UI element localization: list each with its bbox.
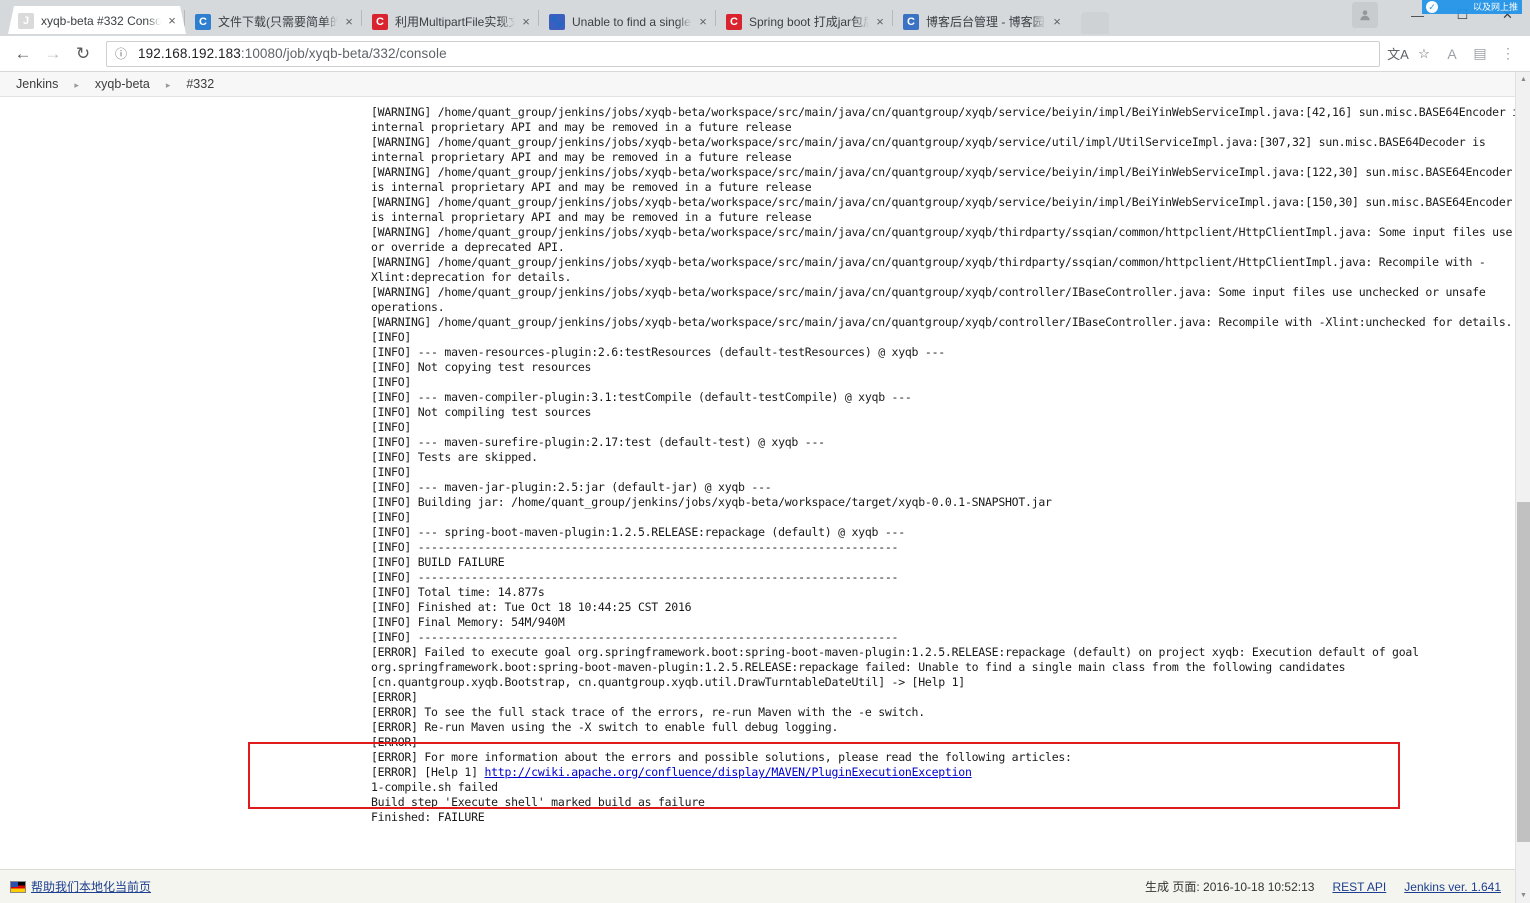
- footer-right: 生成 页面: 2016-10-18 10:52:13 REST API Jenk…: [1145, 878, 1501, 895]
- console-body-text: [WARNING] /home/quant_group/jenkins/jobs…: [371, 105, 1526, 779]
- profile-avatar-icon[interactable]: [1352, 2, 1378, 28]
- browser-window: J xyqb-beta #332 Console × C 文件下载(只需要简单的…: [0, 0, 1530, 903]
- chrome-menu-icon[interactable]: ⋮: [1494, 40, 1522, 68]
- help-link[interactable]: http://cwiki.apache.org/confluence/displ…: [484, 765, 971, 779]
- console-tail-text: 1-compile.sh failed Build step 'Execute …: [371, 780, 705, 824]
- csdn-favicon-icon: C: [195, 14, 211, 30]
- tab-close-icon[interactable]: ×: [1049, 15, 1065, 29]
- tab-title: xyqb-beta #332 Console: [41, 14, 161, 28]
- tab-separator: [538, 10, 539, 26]
- scroll-up-icon[interactable]: ▲: [1516, 72, 1530, 87]
- tab-separator: [361, 10, 362, 26]
- breadcrumb-separator-icon: ▸: [74, 79, 79, 90]
- new-tab-button[interactable]: [1081, 12, 1109, 34]
- tab-close-icon[interactable]: ×: [518, 15, 534, 29]
- flag-icon: [10, 880, 26, 893]
- browser-tab-3[interactable]: 🐾 Unable to find a single ×: [539, 8, 717, 36]
- tab-separator: [892, 10, 893, 26]
- browser-tab-2[interactable]: C 利用MultipartFile实现文 ×: [362, 8, 540, 36]
- footer-left: 帮助我们本地化当前页: [10, 878, 151, 895]
- translate-icon[interactable]: 文A: [1386, 42, 1410, 66]
- tab-close-icon[interactable]: ×: [164, 14, 180, 28]
- toolbar-extensions: A ▤ ⋮: [1438, 40, 1522, 68]
- tab-separator: [184, 10, 185, 26]
- tab-close-icon[interactable]: ×: [341, 15, 357, 29]
- breadcrumb-item-jenkins[interactable]: Jenkins: [14, 77, 60, 91]
- breadcrumb-item-build[interactable]: #332: [184, 77, 216, 91]
- browser-tab-5[interactable]: C 博客后台管理 - 博客园 ×: [893, 8, 1071, 36]
- browser-toolbar: ← → ↻ ⓘ 192.168.192.183:10080/job/xyqb-b…: [0, 36, 1530, 72]
- url-path: :10080/job/xyqb-beta/332/console: [240, 46, 447, 61]
- back-button[interactable]: ←: [8, 40, 38, 68]
- breadcrumb: Jenkins ▸ xyqb-beta ▸ #332: [0, 72, 1530, 97]
- browser-tab-1[interactable]: C 文件下载(只需要简单的配 ×: [185, 8, 363, 36]
- tooltip-text: 以及网上推: [1472, 2, 1518, 12]
- browser-tab-4[interactable]: C Spring boot 打成jar包后 ×: [716, 8, 894, 36]
- page-viewport: Jenkins ▸ xyqb-beta ▸ #332 [WARNING] /ho…: [0, 72, 1530, 903]
- tab-title: Spring boot 打成jar包后: [749, 15, 869, 29]
- tab-title: Unable to find a single: [572, 15, 691, 29]
- breadcrumb-item-job[interactable]: xyqb-beta: [93, 77, 152, 91]
- forward-button[interactable]: →: [38, 40, 68, 68]
- console-output: [WARNING] /home/quant_group/jenkins/jobs…: [0, 105, 1530, 825]
- tab-title: 博客后台管理 - 博客园: [926, 15, 1045, 29]
- site-info-icon[interactable]: ⓘ: [115, 48, 131, 60]
- tab-close-icon[interactable]: ×: [872, 15, 888, 29]
- bookmark-star-icon[interactable]: ☆: [1412, 42, 1436, 66]
- url-text: 192.168.192.183:10080/job/xyqb-beta/332/…: [138, 46, 447, 61]
- cnblogs-favicon-icon: C: [903, 14, 919, 30]
- address-bar[interactable]: ⓘ 192.168.192.183:10080/job/xyqb-beta/33…: [106, 40, 1380, 67]
- csdn-red-favicon-icon: C: [726, 14, 742, 30]
- page-generated-text: 生成 页面: 2016-10-18 10:52:13: [1145, 880, 1315, 894]
- rest-api-link[interactable]: REST API: [1332, 880, 1386, 894]
- csdn-red-favicon-icon: C: [372, 14, 388, 30]
- extension-b-icon[interactable]: ▤: [1466, 40, 1494, 68]
- tooltip-badge-icon: ✓: [1426, 1, 1438, 13]
- baidu-favicon-icon: 🐾: [549, 14, 565, 30]
- localize-link[interactable]: 帮助我们本地化当前页: [31, 878, 151, 895]
- jenkins-favicon-icon: J: [18, 13, 34, 29]
- omnibox-icons: 文A ☆: [1386, 42, 1436, 66]
- console-output-container: [WARNING] /home/quant_group/jenkins/jobs…: [0, 97, 1530, 857]
- notification-tooltip: ✓ 以及网上推: [1422, 0, 1522, 14]
- page-footer: 帮助我们本地化当前页 生成 页面: 2016-10-18 10:52:13 RE…: [0, 869, 1515, 903]
- scrollbar-thumb[interactable]: [1517, 502, 1530, 842]
- extension-a-icon[interactable]: A: [1438, 40, 1466, 68]
- tab-title: 利用MultipartFile实现文: [395, 15, 515, 29]
- jenkins-version-link[interactable]: Jenkins ver. 1.641: [1404, 880, 1501, 894]
- tab-strip: J xyqb-beta #332 Console × C 文件下载(只需要简单的…: [0, 0, 1530, 36]
- url-host: 192.168.192.183: [138, 46, 241, 61]
- scroll-down-icon[interactable]: ▼: [1516, 888, 1530, 903]
- page-scrollbar[interactable]: ▲ ▼: [1515, 72, 1530, 903]
- tab-title: 文件下载(只需要简单的配: [218, 15, 338, 29]
- tab-separator: [715, 10, 716, 26]
- scrollbar-track[interactable]: [1516, 87, 1530, 502]
- browser-tab-0[interactable]: J xyqb-beta #332 Console ×: [8, 6, 186, 34]
- reload-button[interactable]: ↻: [68, 40, 98, 68]
- tab-close-icon[interactable]: ×: [695, 15, 711, 29]
- breadcrumb-separator-icon: ▸: [165, 79, 171, 90]
